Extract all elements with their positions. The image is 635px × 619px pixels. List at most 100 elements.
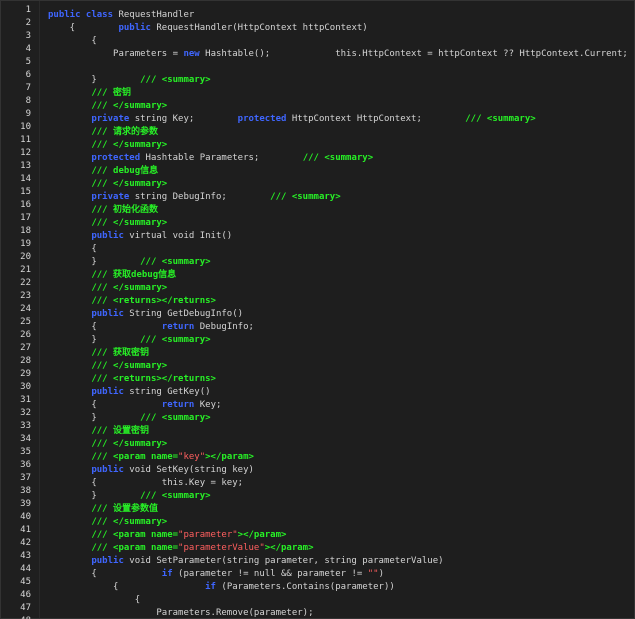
code-line[interactable]: { xyxy=(48,243,96,256)
code-line[interactable]: /// 初始化函数 xyxy=(48,204,158,217)
line-number: 11 xyxy=(20,135,31,145)
code-line[interactable]: protected Hashtable Parameters; /// <sum… xyxy=(48,152,373,165)
line-number: 40 xyxy=(20,512,31,522)
code-line[interactable]: { return Key; xyxy=(48,399,221,412)
line-number: 35 xyxy=(20,447,31,457)
comment-token: /// <param name= xyxy=(48,530,179,540)
code-line[interactable]: { this.Key = key; xyxy=(48,477,243,490)
code-line[interactable]: Parameters.Remove(parameter); xyxy=(48,607,314,619)
code-line[interactable]: /// 设置参数值 xyxy=(48,503,158,516)
keyword-token: return xyxy=(161,322,195,332)
comment-token: /// </summary> xyxy=(48,517,168,527)
code-line[interactable]: public virtual void Init() xyxy=(48,230,232,243)
code-text-token: DebugInfo; xyxy=(194,322,254,332)
code-line[interactable]: } /// <summary> xyxy=(48,334,211,347)
code-line[interactable]: /// 获取debug信息 xyxy=(48,269,176,282)
comment-token: /// <summary> xyxy=(302,153,374,163)
code-line[interactable]: } /// <summary> xyxy=(48,412,211,425)
line-number: 41 xyxy=(20,525,31,535)
code-line[interactable]: /// <returns></returns> xyxy=(48,373,216,386)
comment-token: /// 获取debug信息 xyxy=(48,270,177,280)
comment-token: /// <returns></returns> xyxy=(48,296,216,306)
line-number: 14 xyxy=(20,174,31,184)
code-line[interactable]: /// <param name="key"></param> xyxy=(48,451,254,464)
code-line[interactable]: { if (parameter != null && parameter != … xyxy=(48,568,384,581)
code-line[interactable]: private string Key; protected HttpContex… xyxy=(48,113,535,126)
code-text-token: { xyxy=(48,582,206,592)
code-line[interactable]: public String GetDebugInfo() xyxy=(48,308,243,321)
code-line[interactable]: public string GetKey() xyxy=(48,386,211,399)
code-text-token: } xyxy=(48,491,141,501)
comment-token: /// 获取密钥 xyxy=(48,348,150,358)
code-line[interactable]: private string DebugInfo; /// <summary> xyxy=(48,191,340,204)
line-number: 34 xyxy=(20,434,31,444)
code-line[interactable]: /// 请求的参数 xyxy=(48,126,158,139)
comment-token: /// 密钥 xyxy=(48,88,132,98)
comment-token: /// <param name= xyxy=(48,543,179,553)
line-number: 4 xyxy=(25,44,31,54)
line-number: 29 xyxy=(20,369,31,379)
code-line[interactable]: public void SetParameter(string paramete… xyxy=(48,555,443,568)
code-line[interactable]: /// <returns></returns> xyxy=(48,295,216,308)
code-line[interactable]: { if (Parameters.Contains(parameter)) xyxy=(48,581,395,594)
line-number: 9 xyxy=(25,109,31,119)
line-number: 38 xyxy=(20,486,31,496)
line-number: 15 xyxy=(20,187,31,197)
string-token: "key" xyxy=(178,452,206,462)
code-line[interactable]: } /// <summary> xyxy=(48,74,211,87)
code-text-token: } xyxy=(48,257,141,267)
line-number: 13 xyxy=(20,161,31,171)
comment-token: /// </summary> xyxy=(48,218,168,228)
comment-token: ></param> xyxy=(237,530,287,540)
code-line[interactable]: public void SetKey(string key) xyxy=(48,464,254,477)
code-line[interactable]: } /// <summary> xyxy=(48,256,210,269)
keyword-token: public xyxy=(48,387,124,397)
code-line[interactable]: /// debug信息 xyxy=(48,165,158,178)
code-line[interactable]: /// </summary> xyxy=(48,139,167,152)
code-text-token: string GetKey() xyxy=(123,387,211,397)
code-line[interactable]: /// </summary> xyxy=(48,516,167,529)
code-text-token: RequestHandler(HttpContext httpContext) xyxy=(150,23,368,33)
comment-token: ></param> xyxy=(264,543,314,553)
code-text-token: { xyxy=(48,23,119,33)
code-line[interactable]: /// </summary> xyxy=(48,100,167,113)
code-line[interactable]: } /// <summary> xyxy=(48,490,210,503)
line-number: 30 xyxy=(20,382,31,392)
comment-token: /// <summary> xyxy=(140,413,211,423)
comment-token: /// 设置密钥 xyxy=(48,426,150,436)
code-line[interactable]: /// <param name="parameterValue"></param… xyxy=(48,542,314,555)
line-number: 19 xyxy=(20,239,31,249)
code-line[interactable]: /// </summary> xyxy=(48,217,167,230)
code-line[interactable]: /// </summary> xyxy=(48,360,167,373)
comment-token: /// </summary> xyxy=(48,361,168,371)
keyword-token: private xyxy=(48,114,130,124)
comment-token: /// </summary> xyxy=(48,283,168,293)
comment-token: /// 初始化函数 xyxy=(48,205,159,215)
code-line[interactable]: /// </summary> xyxy=(48,282,167,295)
keyword-token: return xyxy=(161,400,195,410)
code-line[interactable]: /// <param name="parameter"></param> xyxy=(48,529,286,542)
keyword-token: public class xyxy=(48,10,114,20)
code-editor: 1 2 3 4 5 6 7 8 9 10 11 12 13 14 15 16 17 18 19 20 21 22 23 24 2… xyxy=(0,0,635,619)
code-text-token: { xyxy=(48,595,141,605)
code-line[interactable]: { xyxy=(48,35,97,48)
comment-token: /// </summary> xyxy=(48,439,168,449)
code-line[interactable]: /// </summary> xyxy=(48,438,167,451)
line-number: 43 xyxy=(20,551,31,561)
code-line[interactable]: { return DebugInfo; xyxy=(48,321,254,334)
comment-token: /// debug信息 xyxy=(48,166,159,176)
code-line[interactable]: { public RequestHandler(HttpContext http… xyxy=(48,22,368,35)
keyword-token: protected xyxy=(237,114,287,124)
comment-token: /// <summary> xyxy=(140,335,211,345)
code-line[interactable]: public class RequestHandler xyxy=(48,9,194,22)
code-line[interactable]: /// 设置密钥 xyxy=(48,425,149,438)
code-line[interactable]: /// 密钥 xyxy=(48,87,131,100)
code-line[interactable]: Parameters = new Hashtable(); this.HttpC… xyxy=(48,48,628,61)
code-text-token: { xyxy=(48,36,97,46)
keyword-token: private xyxy=(48,192,130,202)
code-line[interactable]: /// 获取密钥 xyxy=(48,347,149,360)
comment-token: /// <summary> xyxy=(140,75,211,85)
code-line[interactable]: { xyxy=(48,594,140,607)
code-line[interactable]: /// </summary> xyxy=(48,178,167,191)
code-text-token: Parameters.Remove(parameter); xyxy=(48,608,314,618)
